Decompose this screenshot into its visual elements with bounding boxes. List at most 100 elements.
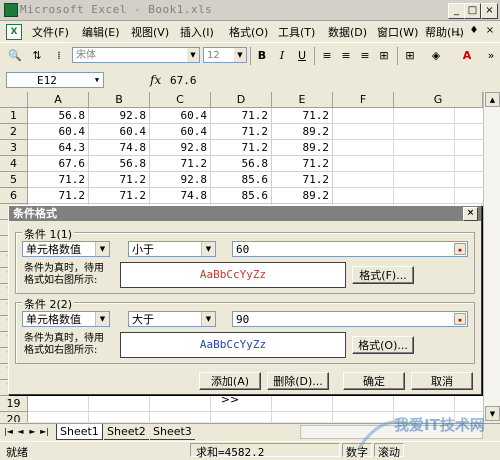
column-header[interactable]: B bbox=[89, 92, 150, 108]
scroll-up-icon[interactable]: ▲ bbox=[485, 92, 500, 107]
cell-E3[interactable]: 89.2 bbox=[272, 140, 333, 156]
column-header[interactable]: G bbox=[394, 92, 483, 108]
doc-restore-button[interactable]: ♦ bbox=[468, 25, 480, 36]
chevron-down-icon[interactable]: ▼ bbox=[201, 312, 215, 326]
condition-1-value-input[interactable]: 60 ▪ bbox=[232, 241, 468, 257]
minimize-button[interactable]: _ bbox=[448, 3, 465, 19]
row-header[interactable]: 2 bbox=[0, 124, 28, 140]
condition-2-value-input[interactable]: 90 ▪ bbox=[232, 311, 468, 327]
font-size-combo[interactable]: 12 ▼ bbox=[203, 47, 247, 63]
toolbar-options-icon[interactable]: » bbox=[482, 47, 500, 65]
vertical-scrollbar[interactable]: ▲ ▼ bbox=[483, 92, 500, 422]
cell-E2[interactable]: 89.2 bbox=[272, 124, 333, 140]
cell-C4[interactable]: 71.2 bbox=[150, 156, 211, 172]
cell-B4[interactable]: 56.8 bbox=[89, 156, 150, 172]
menu-window[interactable]: 窗口(W) bbox=[377, 24, 418, 40]
cell-B5[interactable]: 71.2 bbox=[89, 172, 150, 188]
maximize-button[interactable]: □ bbox=[464, 3, 481, 19]
cell-C3[interactable]: 92.8 bbox=[150, 140, 211, 156]
cell-B2[interactable]: 60.4 bbox=[89, 124, 150, 140]
cell-A4[interactable]: 67.6 bbox=[28, 156, 89, 172]
align-center-icon[interactable]: ≡ bbox=[337, 47, 355, 65]
first-sheet-icon[interactable]: |◄ bbox=[3, 427, 14, 436]
cell-B6[interactable]: 71.2 bbox=[89, 188, 150, 204]
print-preview-icon[interactable]: 🔍 bbox=[6, 47, 24, 65]
row-header[interactable]: 1 bbox=[0, 108, 28, 124]
font-name-combo[interactable]: 宋体 ▼ bbox=[72, 47, 200, 63]
cell-C2[interactable]: 60.4 bbox=[150, 124, 211, 140]
chevron-down-icon[interactable]: ▼ bbox=[91, 73, 103, 87]
doc-minimize-button[interactable]: _ bbox=[452, 25, 464, 36]
ok-button[interactable]: 确定 bbox=[343, 372, 405, 390]
sheet-tab-1[interactable]: Sheet1 bbox=[56, 424, 103, 440]
formula-input[interactable]: 67.6 bbox=[170, 74, 197, 87]
select-all-corner[interactable] bbox=[0, 92, 28, 108]
column-header[interactable]: C bbox=[150, 92, 211, 108]
excel-doc-icon[interactable]: X bbox=[6, 24, 22, 40]
row-header[interactable]: 3 bbox=[0, 140, 28, 156]
align-right-icon[interactable]: ≡ bbox=[356, 47, 374, 65]
cell-C6[interactable]: 74.8 bbox=[150, 188, 211, 204]
cell-D3[interactable]: 71.2 bbox=[211, 140, 272, 156]
underline-button[interactable]: U bbox=[293, 47, 311, 65]
chevron-down-icon[interactable]: ▼ bbox=[95, 312, 109, 326]
cell-A5[interactable]: 71.2 bbox=[28, 172, 89, 188]
row-header[interactable]: 19 bbox=[0, 396, 28, 412]
menu-view[interactable]: 视图(V) bbox=[131, 24, 169, 40]
chevron-down-icon[interactable]: ▼ bbox=[95, 242, 109, 256]
name-box[interactable]: E12 ▼ bbox=[6, 72, 104, 88]
last-sheet-icon[interactable]: ►| bbox=[39, 427, 50, 436]
dialog-close-button[interactable]: × bbox=[463, 207, 478, 221]
sheet-tab-2[interactable]: Sheet2 bbox=[104, 424, 149, 440]
cell-D4[interactable]: 56.8 bbox=[211, 156, 272, 172]
row-header[interactable]: 4 bbox=[0, 156, 28, 172]
condition-1-operator-select[interactable]: 小于 ▼ bbox=[128, 241, 216, 257]
menu-edit[interactable]: 编辑(E) bbox=[82, 24, 120, 40]
condition-2-format-button[interactable]: 格式(O)... bbox=[352, 336, 414, 354]
chevron-down-icon[interactable]: ▼ bbox=[187, 48, 199, 62]
cell-E6[interactable]: 89.2 bbox=[272, 188, 333, 204]
add-condition-button[interactable]: 添加(A) >> bbox=[199, 372, 261, 406]
excel-app-icon[interactable] bbox=[4, 3, 18, 17]
range-select-icon[interactable]: ▪ bbox=[454, 243, 466, 255]
column-header[interactable]: D bbox=[211, 92, 272, 108]
italic-button[interactable]: I bbox=[273, 47, 291, 65]
next-sheet-icon[interactable]: ► bbox=[27, 427, 38, 436]
column-header[interactable]: F bbox=[333, 92, 394, 108]
cell-D5[interactable]: 85.6 bbox=[211, 172, 272, 188]
cell-B3[interactable]: 74.8 bbox=[89, 140, 150, 156]
menu-data[interactable]: 数据(D) bbox=[328, 24, 367, 40]
cell-C5[interactable]: 92.8 bbox=[150, 172, 211, 188]
cell-A2[interactable]: 60.4 bbox=[28, 124, 89, 140]
toolbar-options-icon[interactable]: ⁞ bbox=[50, 47, 68, 65]
row-header[interactable]: 20 bbox=[0, 412, 28, 422]
delete-condition-button[interactable]: 删除(D)... bbox=[267, 372, 329, 390]
condition-2-type-select[interactable]: 单元格数值 ▼ bbox=[22, 311, 110, 327]
cell-C1[interactable]: 60.4 bbox=[150, 108, 211, 124]
scroll-down-icon[interactable]: ▼ bbox=[485, 406, 500, 421]
row-header[interactable]: 6 bbox=[0, 188, 28, 204]
merge-center-icon[interactable]: ⊞ bbox=[375, 47, 393, 65]
sheet-tab-3[interactable]: Sheet3 bbox=[150, 424, 195, 440]
cell-B1[interactable]: 92.8 bbox=[89, 108, 150, 124]
prev-sheet-icon[interactable]: ◄ bbox=[15, 427, 26, 436]
column-header[interactable]: E bbox=[272, 92, 333, 108]
row-header[interactable]: 5 bbox=[0, 172, 28, 188]
menu-file[interactable]: 文件(F) bbox=[32, 24, 69, 40]
column-header[interactable]: A bbox=[28, 92, 89, 108]
cell-A3[interactable]: 64.3 bbox=[28, 140, 89, 156]
cell-E4[interactable]: 71.2 bbox=[272, 156, 333, 172]
font-color-button[interactable]: A bbox=[458, 47, 476, 65]
condition-2-operator-select[interactable]: 大于 ▼ bbox=[128, 311, 216, 327]
cell-A1[interactable]: 56.8 bbox=[28, 108, 89, 124]
cell-D2[interactable]: 71.2 bbox=[211, 124, 272, 140]
chevron-down-icon[interactable]: ▼ bbox=[234, 48, 246, 62]
menu-tools[interactable]: 工具(T) bbox=[278, 24, 315, 40]
condition-1-format-button[interactable]: 格式(F)... bbox=[352, 266, 414, 284]
cancel-button[interactable]: 取消 bbox=[411, 372, 473, 390]
chevron-down-icon[interactable]: ▼ bbox=[201, 242, 215, 256]
fx-icon[interactable]: fx bbox=[150, 73, 161, 87]
cell-E1[interactable]: 71.2 bbox=[272, 108, 333, 124]
sort-icon[interactable]: ⇅ bbox=[28, 47, 46, 65]
fill-color-icon[interactable]: ◈ bbox=[427, 47, 445, 65]
